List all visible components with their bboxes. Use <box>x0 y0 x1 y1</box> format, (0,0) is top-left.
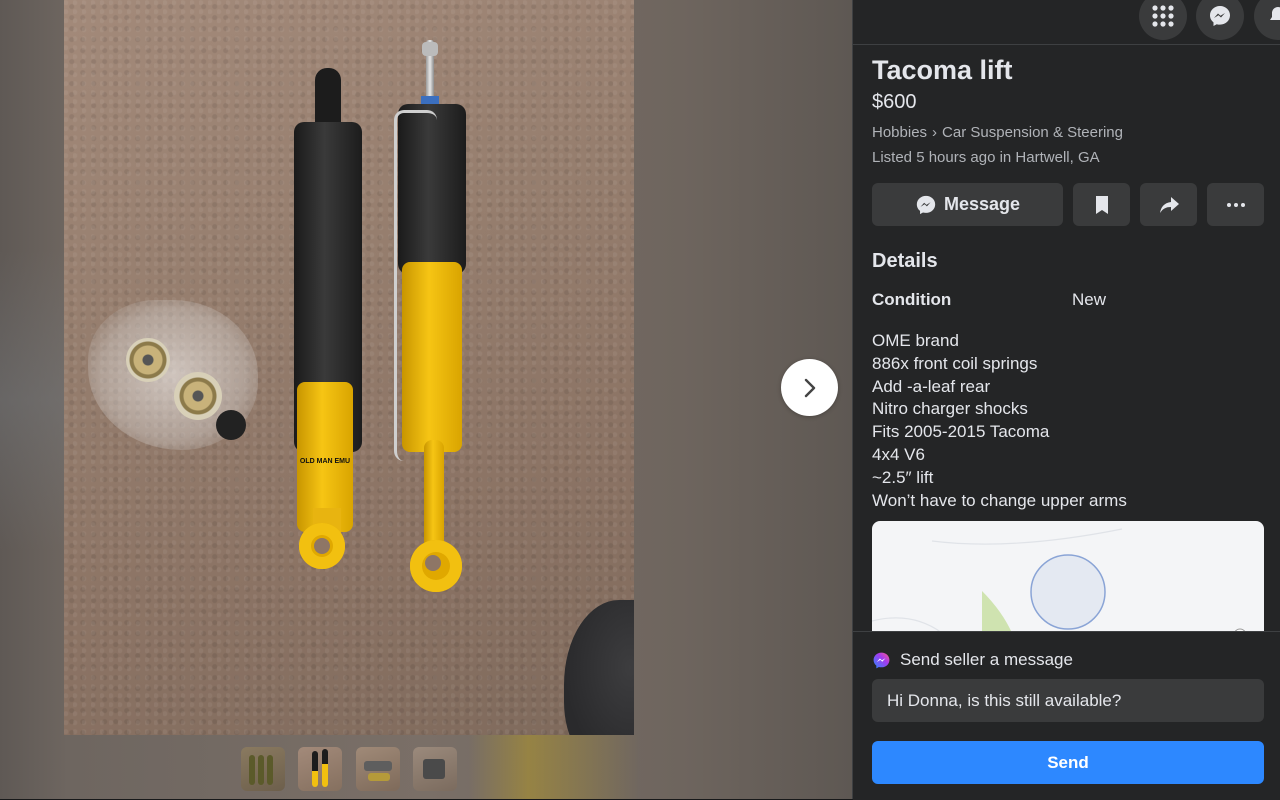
share-icon <box>1159 196 1179 213</box>
description-line: Fits 2005-2015 Tacoma <box>872 422 1050 442</box>
breadcrumb-separator: › <box>932 124 938 141</box>
washer <box>174 372 222 420</box>
breadcrumb: Hobbies › Car Suspension & Steering <box>872 124 1123 141</box>
message-input[interactable] <box>872 679 1264 722</box>
blurred-background <box>0 250 64 550</box>
message-button-label: Message <box>943 194 1021 214</box>
breadcrumb-category[interactable]: Car Suspension & Steering <box>942 124 1123 141</box>
description-line: 886x front coil springs <box>872 353 1038 373</box>
menu-button[interactable] <box>1139 0 1187 40</box>
listed-info: Listed 5 hours ago in Hartwell, GA <box>872 149 1100 166</box>
send-seller-label: Send seller a message <box>900 650 1073 669</box>
thumbnail-2[interactable] <box>298 747 342 791</box>
notifications-icon <box>1270 7 1280 20</box>
description-line: Add -a-leaf rear <box>872 376 991 396</box>
washer <box>126 338 170 382</box>
listing-photo: OLD MAN EMU <box>64 0 634 735</box>
condition-label: Condition <box>872 290 952 309</box>
message-button[interactable]: Message <box>872 183 1063 226</box>
listing-panel: Tacoma lift $600 Hobbies › Car Suspension … <box>852 0 1280 800</box>
description-line: Won’t have to change upper arms <box>872 490 1127 510</box>
more-button[interactable] <box>1207 183 1264 226</box>
description-line: Nitro charger shocks <box>872 399 1028 419</box>
listing-title: Tacoma lift <box>872 55 1013 85</box>
thumbnail-3[interactable] <box>356 747 400 791</box>
details-heading: Details <box>872 250 938 272</box>
breadcrumb-hobbies[interactable]: Hobbies <box>872 124 927 141</box>
messenger-icon <box>873 652 890 669</box>
bookmark-icon <box>1095 195 1108 214</box>
share-button[interactable] <box>1140 183 1197 226</box>
messenger-button[interactable] <box>1196 0 1244 40</box>
description-line: ~2.5″ lift <box>872 467 934 487</box>
hardware-bag <box>88 300 258 450</box>
send-button[interactable]: Send <box>872 741 1264 784</box>
notifications-button[interactable] <box>1254 0 1280 40</box>
listing-price: $600 <box>872 91 917 113</box>
messenger-icon <box>916 195 936 214</box>
next-photo-button[interactable] <box>781 359 838 416</box>
thumbnail-1[interactable] <box>241 747 285 791</box>
media-viewer: OLD MAN EMU <box>0 0 852 799</box>
menu-grid-icon <box>1152 5 1174 27</box>
thumbnail-strip <box>0 735 852 799</box>
shock-absorber-left: OLD MAN EMU <box>289 68 369 588</box>
description: OME brand 886x front coil springs Add -a… <box>872 330 1127 512</box>
shock-brand-label: OLD MAN EMU <box>299 458 351 465</box>
rubber-bushing <box>216 410 246 440</box>
thumbnail-4[interactable] <box>413 747 457 791</box>
more-icon <box>1226 202 1245 207</box>
message-composer: Send seller a message Send <box>853 631 1280 800</box>
top-bar <box>853 0 1280 45</box>
shock-absorber-right <box>394 40 484 600</box>
description-line: 4x4 V6 <box>872 444 925 464</box>
messenger-icon <box>1210 6 1230 26</box>
save-button[interactable] <box>1073 183 1130 226</box>
location-map[interactable] <box>872 521 1264 633</box>
location-radius-circle <box>1030 554 1106 630</box>
chevron-right-icon <box>804 378 815 397</box>
description-line: OME brand <box>872 331 959 350</box>
map-graphic <box>872 528 1247 633</box>
person-knee <box>564 600 634 735</box>
condition-value: New <box>1072 290 1107 309</box>
